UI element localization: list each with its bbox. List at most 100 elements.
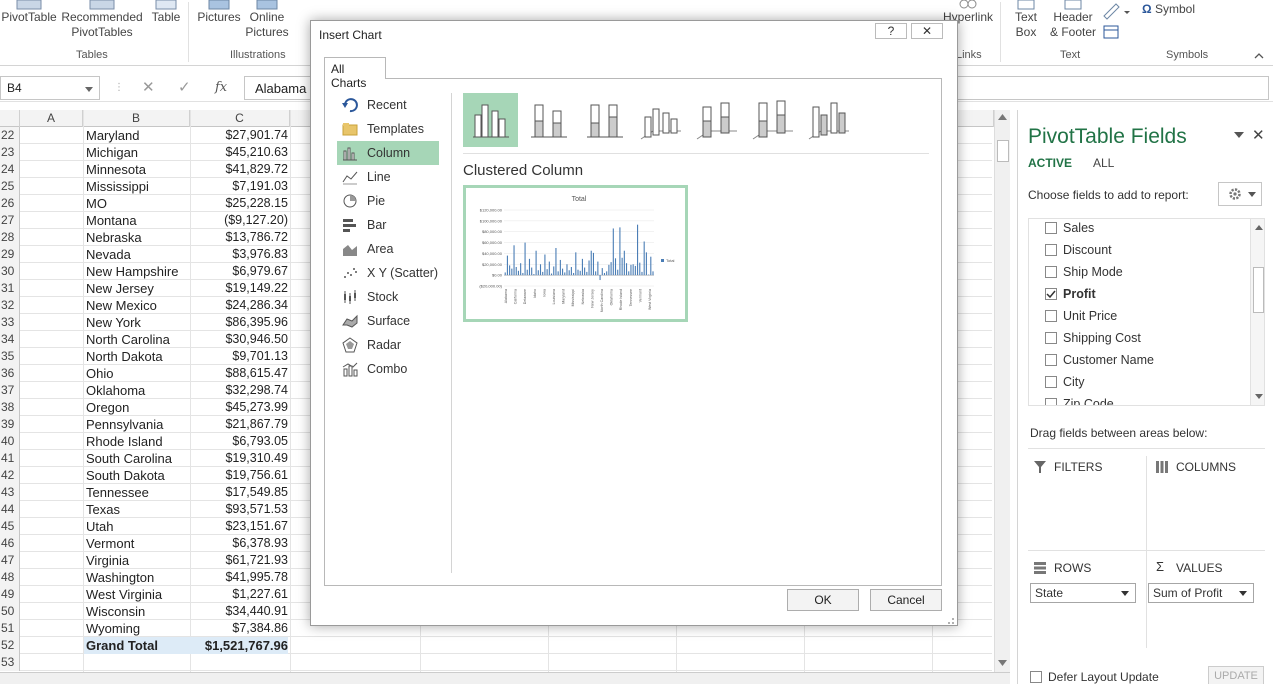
row-number[interactable]: 51: [0, 620, 20, 637]
cell-state[interactable]: New York: [86, 314, 141, 331]
cell-profit[interactable]: $93,571.53: [186, 501, 288, 518]
row-number[interactable]: 39: [0, 416, 20, 433]
subtype-3d-stacked-column[interactable]: [689, 93, 744, 147]
update-button[interactable]: UPDATE: [1208, 666, 1264, 684]
cell-profit[interactable]: $6,979.67: [186, 263, 288, 280]
rows-area[interactable]: ROWS State: [1030, 561, 1143, 641]
cell-state[interactable]: North Carolina: [86, 331, 170, 348]
row-number[interactable]: 31: [0, 280, 20, 297]
row-number[interactable]: 53: [0, 654, 20, 671]
field-checkbox[interactable]: [1045, 222, 1057, 234]
cell-state[interactable]: Utah: [86, 518, 113, 535]
cell-state[interactable]: South Dakota: [86, 467, 165, 484]
cell-state[interactable]: New Jersey: [86, 280, 154, 297]
chart-preview[interactable]: Total $120,000.00 $100,000.00 $80,000.00 $60…: [463, 185, 688, 322]
cell-profit[interactable]: $45,210.63: [186, 144, 288, 161]
cell-profit[interactable]: $23,151.67: [186, 518, 288, 535]
cell-profit[interactable]: $9,701.13: [186, 348, 288, 365]
cell-profit[interactable]: $21,867.79: [186, 416, 288, 433]
cell-profit[interactable]: $19,756.61: [186, 467, 288, 484]
field-item[interactable]: Shipping Cost: [1045, 327, 1141, 349]
chart-type-recent[interactable]: Recent: [337, 93, 439, 117]
insert-function-button[interactable]: fx: [215, 80, 227, 95]
field-item[interactable]: Unit Price: [1045, 305, 1117, 327]
collapse-ribbon-icon[interactable]: [1254, 52, 1264, 60]
cell-profit[interactable]: $19,149.22: [186, 280, 288, 297]
column-header-c[interactable]: C: [190, 110, 290, 127]
cell-profit[interactable]: $13,786.72: [186, 229, 288, 246]
cell-profit[interactable]: $25,228.15: [186, 195, 288, 212]
field-checkbox[interactable]: [1045, 266, 1057, 278]
cell-profit[interactable]: $86,395.96: [186, 314, 288, 331]
field-checkbox[interactable]: [1045, 288, 1057, 300]
row-number[interactable]: 32: [0, 297, 20, 314]
field-list-settings-button[interactable]: [1218, 182, 1262, 206]
cell-state[interactable]: Vermont: [86, 535, 134, 552]
field-checkbox[interactable]: [1045, 398, 1057, 405]
columns-area[interactable]: COLUMNS: [1152, 460, 1265, 540]
cell-state[interactable]: Oklahoma: [86, 382, 145, 399]
chart-type-surface[interactable]: Surface: [337, 309, 439, 333]
row-number[interactable]: 28: [0, 229, 20, 246]
row-number[interactable]: 26: [0, 195, 20, 212]
cell-profit[interactable]: $61,721.93: [186, 552, 288, 569]
subtype-clustered-column[interactable]: [463, 93, 518, 147]
row-number[interactable]: 25: [0, 178, 20, 195]
sheet-vertical-scrollbar[interactable]: [994, 110, 1010, 674]
scroll-down-icon[interactable]: [998, 660, 1007, 666]
cell-state[interactable]: Pennsylvania: [86, 416, 163, 433]
cell-profit[interactable]: $1,521,767.96: [186, 637, 288, 654]
subtype-3d-clustered-column[interactable]: [633, 93, 688, 147]
cell-state[interactable]: Ohio: [86, 365, 113, 382]
cell-profit[interactable]: $41,995.78: [186, 569, 288, 586]
row-number[interactable]: 42: [0, 467, 20, 484]
cell-profit[interactable]: $30,946.50: [186, 331, 288, 348]
tab-active[interactable]: ACTIVE: [1028, 156, 1072, 170]
field-checkbox[interactable]: [1045, 332, 1057, 344]
row-number[interactable]: 41: [0, 450, 20, 467]
chart-type-area[interactable]: Area: [337, 237, 439, 261]
row-number[interactable]: 29: [0, 246, 20, 263]
row-number[interactable]: 48: [0, 569, 20, 586]
subtype-3d-100-stacked-column[interactable]: [745, 93, 800, 147]
subtype-100-stacked-column[interactable]: [577, 93, 632, 147]
text-box-button[interactable]: Text Box: [1006, 0, 1046, 40]
symbol-button[interactable]: Ω Symbol: [1142, 2, 1212, 17]
recommended-pivottables-button[interactable]: Recommended PivotTables: [60, 0, 144, 40]
row-number[interactable]: 38: [0, 399, 20, 416]
row-number[interactable]: 22: [0, 127, 20, 144]
column-header-b[interactable]: B: [83, 110, 190, 127]
row-number[interactable]: 37: [0, 382, 20, 399]
row-number[interactable]: 36: [0, 365, 20, 382]
cell-state[interactable]: Washington: [86, 569, 154, 586]
row-number[interactable]: 23: [0, 144, 20, 161]
resize-grip-icon[interactable]: [945, 615, 955, 625]
cell-profit[interactable]: $24,286.34: [186, 297, 288, 314]
enter-entry-button[interactable]: ✓: [178, 78, 191, 96]
cancel-button[interactable]: Cancel: [870, 589, 942, 611]
name-box-dropdown-icon[interactable]: [85, 87, 93, 92]
field-checkbox[interactable]: [1045, 376, 1057, 388]
subtype-3d-column[interactable]: [801, 93, 856, 147]
subtype-stacked-column[interactable]: [521, 93, 576, 147]
header-footer-button[interactable]: Header & Footer: [1046, 0, 1100, 40]
sheet-tabs-bar[interactable]: [0, 672, 1010, 684]
field-item[interactable]: City: [1045, 371, 1085, 393]
row-number[interactable]: 47: [0, 552, 20, 569]
cell-profit[interactable]: $34,440.91: [186, 603, 288, 620]
cell-state[interactable]: North Dakota: [86, 348, 163, 365]
cell-profit[interactable]: $32,298.74: [186, 382, 288, 399]
column-header-a[interactable]: A: [20, 110, 83, 127]
cell-profit[interactable]: $1,227.61: [186, 586, 288, 603]
name-box[interactable]: B4: [0, 76, 100, 100]
cell-state[interactable]: Mississippi: [86, 178, 149, 195]
ok-button[interactable]: OK: [787, 589, 859, 611]
cell-profit[interactable]: $17,549.85: [186, 484, 288, 501]
chart-type-bar[interactable]: Bar: [337, 213, 439, 237]
cell-profit[interactable]: $7,384.86: [186, 620, 288, 637]
row-number[interactable]: 33: [0, 314, 20, 331]
defer-checkbox[interactable]: [1030, 671, 1042, 683]
cell-state[interactable]: Wyoming: [86, 620, 140, 637]
chart-type-x-y-scatter[interactable]: X Y (Scatter): [337, 261, 439, 285]
row-number[interactable]: 30: [0, 263, 20, 280]
